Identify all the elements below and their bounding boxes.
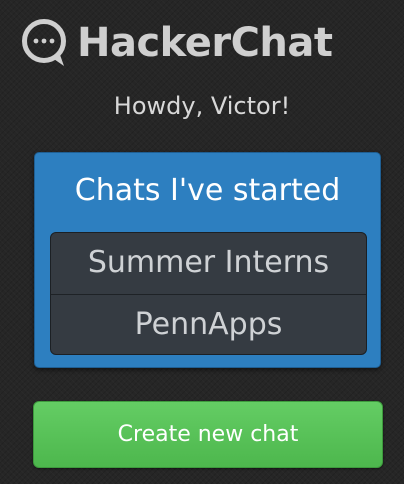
chat-item-summer-interns[interactable]: Summer Interns (51, 233, 366, 294)
chats-started-panel: Chats I've started Summer Interns PennAp… (34, 152, 381, 368)
panel-title: Chats I've started (74, 173, 341, 208)
create-new-chat-button[interactable]: Create new chat (33, 401, 383, 468)
app-name: HackerChat (77, 20, 333, 66)
app-logo: HackerChat (18, 15, 388, 71)
chat-bubble-icon (22, 19, 66, 66)
chat-item-pennapps[interactable]: PennApps (51, 294, 366, 354)
greeting-text: Howdy, Victor! (113, 92, 291, 120)
chat-list: Summer Interns PennApps (50, 232, 367, 355)
